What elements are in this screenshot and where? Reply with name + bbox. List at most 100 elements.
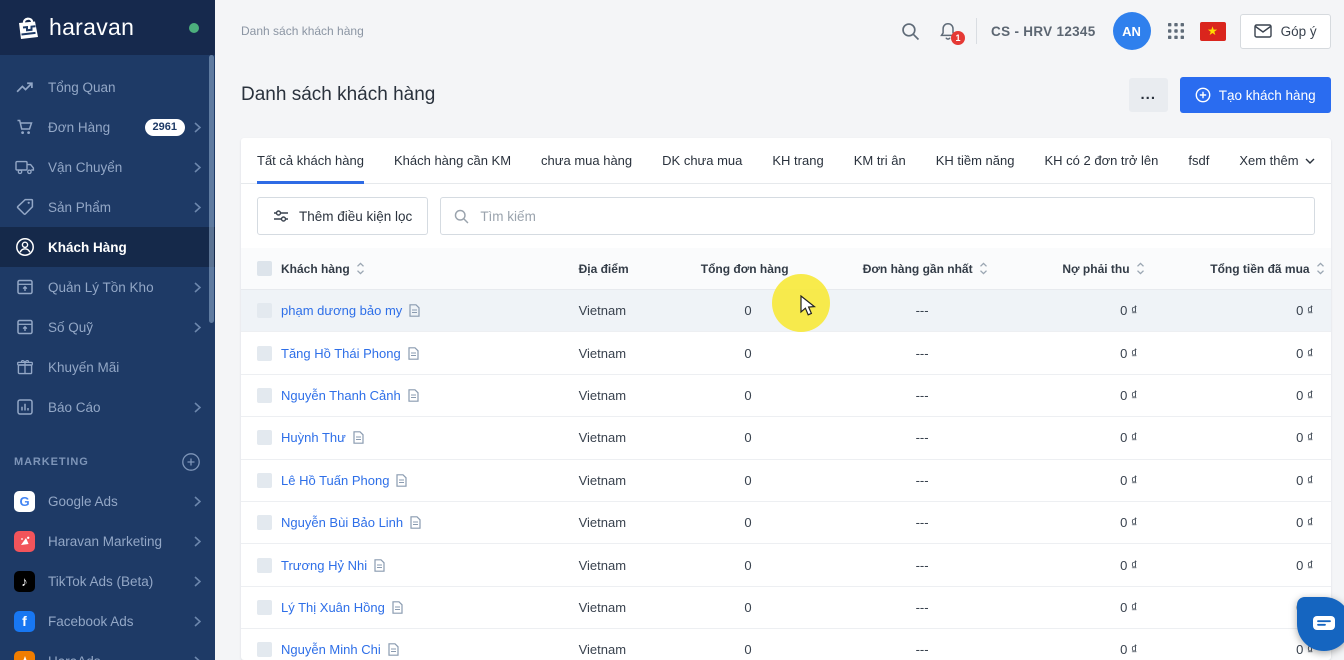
tab-more[interactable]: Xem thêm (1239, 138, 1315, 183)
tab[interactable]: fsdf (1188, 138, 1209, 183)
sidebar-item-gift[interactable]: Khuyến Mãi (0, 347, 215, 387)
customer-name-link[interactable]: Lê Hồ Tuấn Phong (281, 473, 389, 488)
select-all-checkbox[interactable] (257, 261, 272, 276)
customer-name-link[interactable]: Nguyễn Bùi Bảo Linh (281, 515, 403, 530)
sidebar-item-haraads[interactable]: HaraAds (0, 641, 215, 660)
customer-name-link[interactable]: Nguyễn Thanh Cảnh (281, 388, 401, 403)
column-header-total-orders[interactable]: Tổng đơn hàng (701, 262, 795, 276)
row-checkbox[interactable] (257, 345, 272, 361)
avatar[interactable]: AN (1112, 12, 1151, 50)
sidebar-item-icon (14, 397, 35, 418)
chat-bubble-icon (1312, 615, 1336, 633)
row-checkbox[interactable] (257, 472, 272, 488)
customer-list-card: Tất cả khách hàng Khách hàng cần KM chưa m… (241, 138, 1331, 660)
tab[interactable]: KH tiềm năng (936, 138, 1015, 183)
customer-total-orders: 0 (744, 599, 752, 615)
search-box (440, 197, 1315, 235)
sidebar-nav: Tổng Quan Đơn Hàng 2961 Vận Chuyển Sản P… (0, 55, 215, 427)
add-filter-button[interactable]: Thêm điều kiện lọc (257, 197, 429, 235)
chevron-right-icon (194, 161, 201, 173)
sort-icon (979, 262, 987, 275)
note-document-icon (353, 431, 364, 445)
sidebar-marketing-nav: G Google Ads Haravan Marketing ♪ TikTok … (0, 479, 215, 660)
customer-total-orders: 0 (744, 515, 752, 531)
sidebar-item-truck[interactable]: Vận Chuyển (0, 147, 215, 187)
row-checkbox[interactable] (257, 599, 272, 615)
customer-name-link[interactable]: Huỳnh Thư (281, 430, 346, 445)
sidebar-item-icon: G (14, 490, 35, 512)
row-checkbox[interactable] (257, 303, 272, 319)
customer-name-link[interactable]: Lý Thị Xuân Hồng (281, 600, 385, 615)
customer-total-orders: 0 (744, 557, 752, 573)
note-document-icon (392, 601, 403, 614)
customer-total-orders: 0 (744, 642, 752, 658)
sidebar-item-person[interactable]: Khách Hàng (0, 227, 215, 267)
page-header: Danh sách khách hàng ... Tạo khách hàng (215, 62, 1344, 138)
row-checkbox[interactable] (257, 430, 272, 446)
search-icon[interactable] (900, 21, 921, 42)
filter-row: Thêm điều kiện lọc (241, 184, 1331, 248)
chevron-right-icon (194, 121, 201, 133)
customer-total-spent: 0 ₫ (1296, 642, 1314, 658)
topbar-divider (976, 18, 978, 44)
customer-name-link[interactable]: Nguyễn Minh Chi (281, 642, 381, 657)
marketing-section-label: MARKETING (14, 456, 89, 468)
sidebar-item-icon (14, 117, 35, 138)
customer-name-link[interactable]: Trương Hỷ Nhi (281, 558, 367, 573)
chevron-right-icon (194, 575, 201, 587)
sidebar-item-cart[interactable]: Đơn Hàng 2961 (0, 107, 215, 147)
tab[interactable]: Khách hàng cần KM (394, 138, 511, 183)
customer-last-order: --- (915, 515, 929, 531)
sidebar-item-hrvmkt[interactable]: Haravan Marketing (0, 521, 215, 561)
sidebar-item-cashbox[interactable]: Số Quỹ (0, 307, 215, 347)
sidebar-item-tag[interactable]: Sản Phẩm (0, 187, 215, 227)
chevron-right-icon (194, 535, 201, 547)
customer-last-order: --- (915, 642, 929, 658)
column-header-total-spent[interactable]: Tổng tiền đã mua (1145, 262, 1325, 276)
sidebar-item-icon (14, 157, 35, 178)
table-row: Nguyễn Thanh Cảnh Vietnam 0 --- 0 ₫ 0 ₫ (241, 375, 1331, 418)
sidebar-item-tiktok[interactable]: ♪ TikTok Ads (Beta) (0, 561, 215, 601)
tab[interactable]: chưa mua hàng (541, 138, 632, 183)
add-marketing-channel-icon[interactable] (181, 452, 201, 472)
sidebar-item-icon (14, 237, 35, 258)
chevron-right-icon (194, 321, 201, 333)
notifications-bell-icon[interactable]: 1 (938, 21, 966, 45)
column-header-customer[interactable]: Khách hàng (281, 262, 579, 276)
sidebar-item-google[interactable]: G Google Ads (0, 481, 215, 521)
tab[interactable]: KH trang (772, 138, 823, 183)
vietnam-flag-icon[interactable]: ★ (1199, 21, 1226, 41)
row-checkbox[interactable] (257, 557, 272, 573)
sidebar-item-trend[interactable]: Tổng Quan (0, 67, 215, 107)
sidebar-item-facebook[interactable]: f Facebook Ads (0, 601, 215, 641)
feedback-button[interactable]: Góp ý (1239, 13, 1331, 49)
customer-total-spent: 0 ₫ (1296, 515, 1314, 531)
table-row: Nguyễn Minh Chi Vietnam 0 --- 0 ₫ 0 ₫ (241, 629, 1331, 660)
sidebar-scrollbar[interactable] (209, 55, 214, 323)
customer-name-link[interactable]: Tăng Hồ Thái Phong (281, 346, 401, 361)
tab-bar: Tất cả khách hàng Khách hàng cần KM chưa m… (241, 138, 1331, 184)
search-input[interactable] (480, 208, 1302, 224)
account-name[interactable]: CS - HRV 12345 (991, 24, 1096, 39)
row-checkbox[interactable] (257, 642, 272, 658)
customer-total-spent: 0 ₫ (1296, 345, 1314, 361)
customer-total-spent: 0 ₫ (1296, 303, 1314, 319)
create-customer-button[interactable]: Tạo khách hàng (1179, 77, 1331, 113)
chevron-right-icon (194, 615, 201, 627)
chevron-right-icon (194, 401, 201, 413)
more-actions-button[interactable]: ... (1128, 78, 1168, 112)
customer-name-link[interactable]: phạm dương bảo my (281, 303, 402, 318)
column-header-receivable[interactable]: Nợ phải thu (988, 262, 1145, 276)
tab[interactable]: KH có 2 đơn trở lên (1044, 138, 1158, 183)
customer-last-order: --- (915, 303, 929, 319)
column-header-last-order[interactable]: Đơn hàng gần nhất (795, 262, 988, 276)
sidebar-item-report[interactable]: Báo Cáo (0, 387, 215, 427)
tab[interactable]: DK chưa mua (662, 138, 742, 183)
row-checkbox[interactable] (257, 515, 272, 531)
sidebar-item-inventory[interactable]: Quản Lý Tồn Kho (0, 267, 215, 307)
online-status-dot (189, 22, 199, 33)
tab[interactable]: KM tri ân (854, 138, 906, 183)
row-checkbox[interactable] (257, 387, 272, 403)
apps-grid-icon[interactable] (1166, 21, 1186, 41)
tab[interactable]: Tất cả khách hàng (257, 138, 364, 184)
